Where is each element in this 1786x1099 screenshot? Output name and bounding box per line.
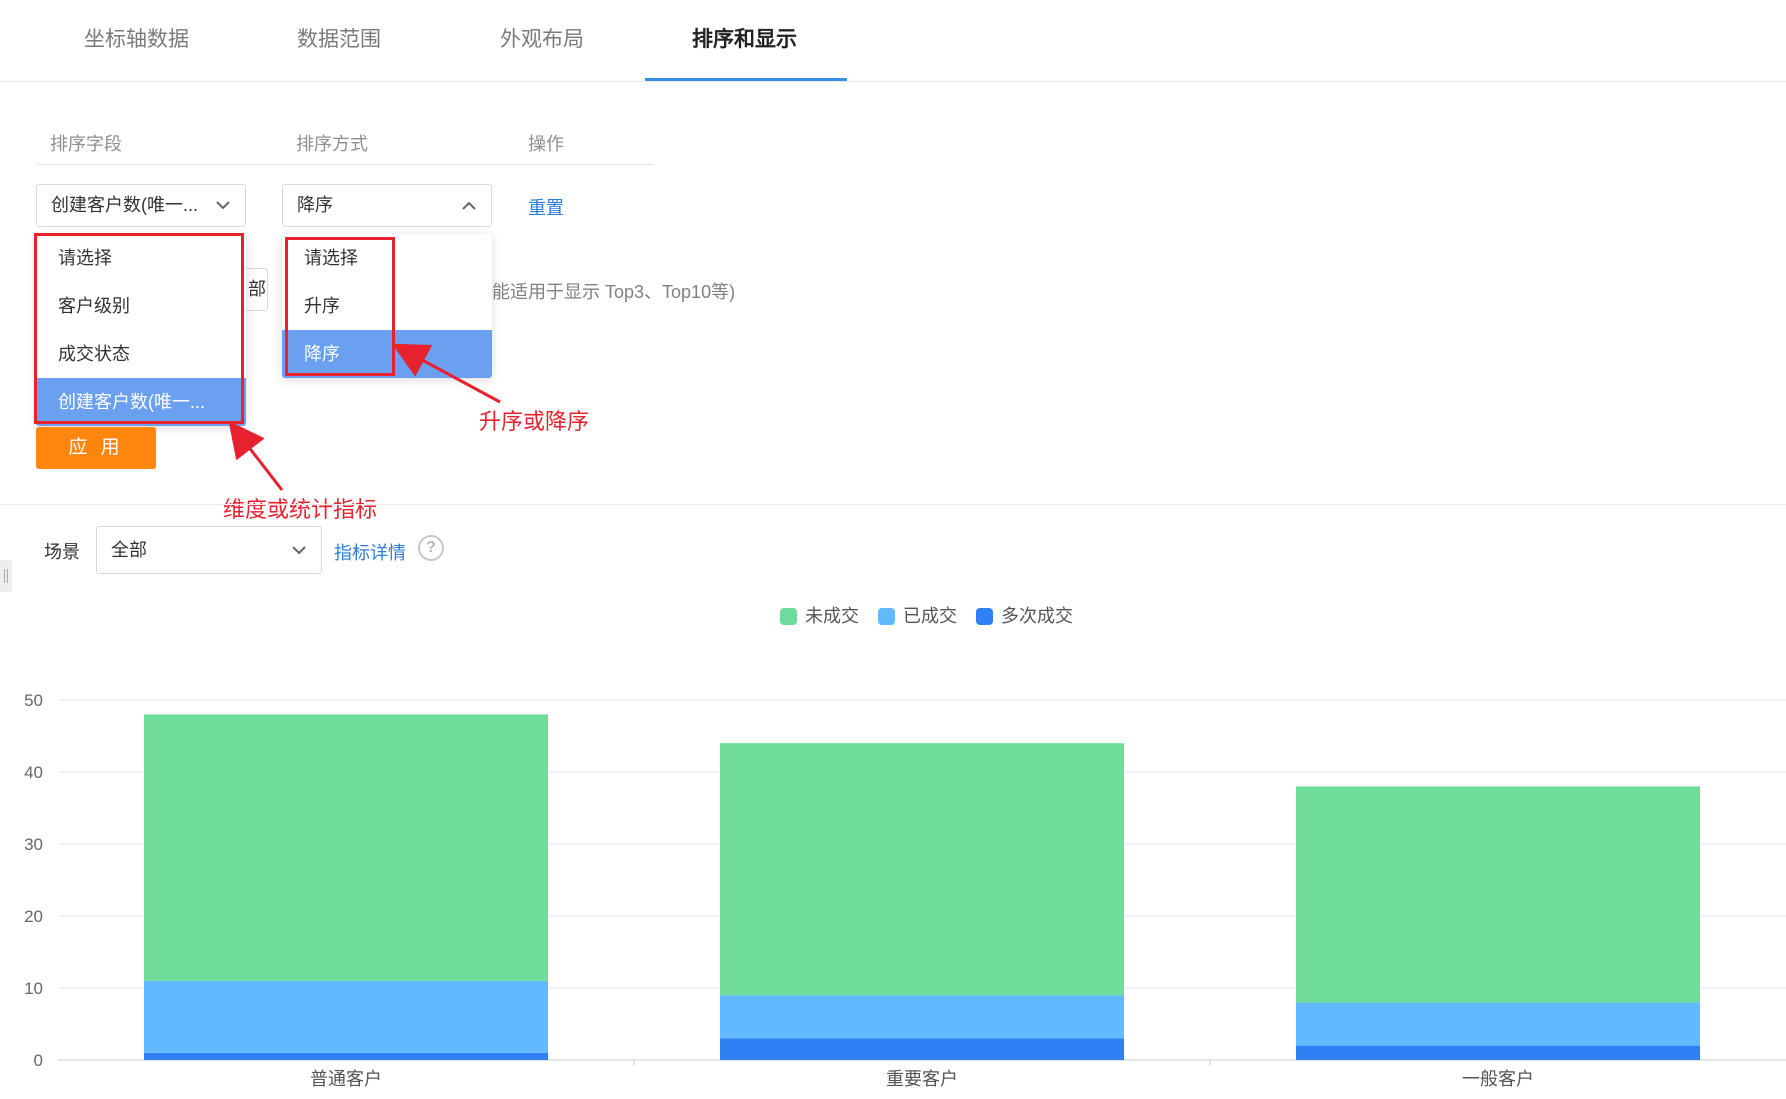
active-tab-indicator [645,78,847,81]
annotation-field-text: 维度或统计指标 [223,497,378,522]
scene-label: 场景 [44,542,80,562]
header-sort-field: 排序字段 [50,134,122,154]
reset-link[interactable]: 重置 [528,194,564,220]
apply-button[interactable]: 应 用 [36,427,156,469]
y-tick-label: 10 [24,979,43,998]
sort-method-value: 降序 [297,195,333,215]
bar-segment [144,1052,548,1060]
bar-segment [144,980,548,1053]
stacked-bar-chart: 0 10 20 30 40 50 普通客户 重要客户 一般客户 [24,691,1786,1089]
legend-label-multi-deal: 多次成交 [1001,606,1073,626]
header-action: 操作 [528,134,564,154]
tab-appearance-layout[interactable]: 外观布局 [500,20,584,60]
y-tick-label: 40 [24,763,43,782]
legend-swatch-multi-deal [976,608,993,625]
sort-field-select[interactable]: 创建客户数(唯一... [36,184,246,227]
legend-swatch-deal [878,608,895,625]
tab-data-range[interactable]: 数据范围 [297,20,381,60]
annotation-method-text: 升序或降序 [479,409,590,434]
annotation-box-method [285,237,395,376]
sort-method-select[interactable]: 降序 [282,184,492,227]
y-tick-label: 30 [24,835,43,854]
bar-segment [720,1038,1124,1060]
x-tick-label: 重要客户 [886,1069,958,1089]
sort-table-header: 排序字段 排序方式 操作 [36,120,653,165]
legend-label-deal: 已成交 [903,606,957,626]
panel-resize-handle[interactable] [0,560,12,592]
bar-segment [1296,786,1700,1003]
tab-axis-data[interactable]: 坐标轴数据 [84,20,189,60]
display-count-value: 部 [248,279,266,299]
indicator-detail-link[interactable]: 指标详情 [334,539,406,565]
y-tick-label: 50 [24,691,43,710]
y-tick-label: 0 [34,1051,43,1070]
legend-swatch-no-deal [780,608,797,625]
help-icon[interactable]: ? [418,535,444,561]
chevron-down-icon [215,185,231,226]
bar-segment [720,743,1124,996]
bar-segment [144,714,548,981]
y-tick-label: 20 [24,907,43,926]
chevron-down-icon [291,527,307,573]
bar-segment [1296,1002,1700,1046]
sort-field-value: 创建客户数(唯一... [51,195,198,215]
header-sort-method: 排序方式 [296,134,368,154]
scene-select[interactable]: 全部 [96,526,322,574]
x-tick-label: 一般客户 [1462,1069,1534,1089]
arrow-to-field-menu [228,420,284,491]
scene-value: 全部 [111,540,147,560]
legend-label-no-deal: 未成交 [805,606,859,626]
display-hint-text: 能适用于显示 Top3、Top10等) [492,282,736,302]
tab-sort-display[interactable]: 排序和显示 [692,20,797,60]
x-tick-label: 普通客户 [310,1069,382,1089]
bar-segment [1296,1045,1700,1060]
section-divider [0,504,1786,505]
tab-bar: 坐标轴数据 数据范围 外观布局 排序和显示 [0,0,1786,82]
bar-segment [720,995,1124,1039]
annotation-box-field [34,233,244,424]
chevron-up-icon [461,185,477,226]
